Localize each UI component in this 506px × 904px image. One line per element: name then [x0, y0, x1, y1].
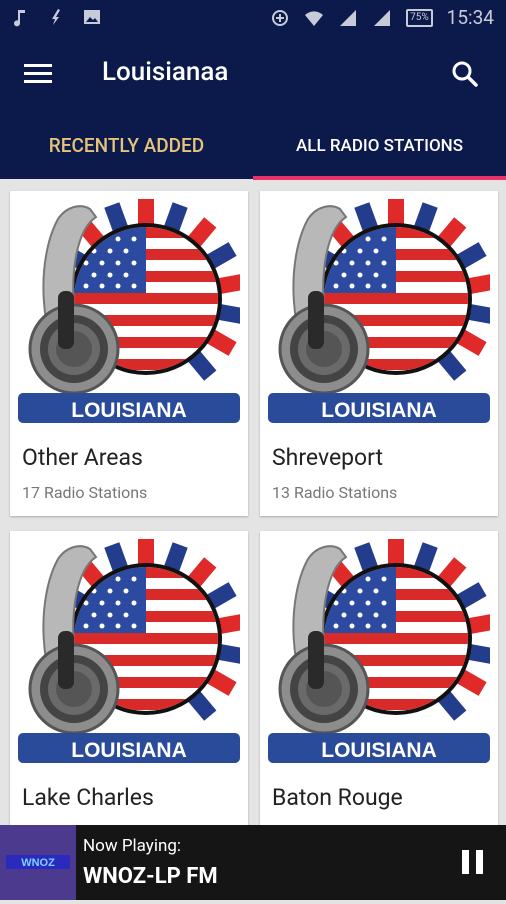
page-title: Louisianaa	[102, 57, 229, 87]
tab-all-radio-stations[interactable]: ALL RADIO STATIONS	[253, 113, 506, 179]
wifi-icon	[305, 10, 324, 26]
app-bar: Louisianaa	[0, 35, 506, 113]
card-title: Lake Charles	[22, 784, 154, 811]
image-icon	[84, 10, 100, 24]
tab-bar: RECENTLY ADDED ALL RADIO STATIONS	[0, 113, 506, 179]
louisiana-radio-logo: LOUISIANA	[18, 539, 240, 765]
louisiana-radio-logo: LOUISIANA	[268, 539, 490, 765]
louisiana-radio-logo: LOUISIANA	[268, 199, 490, 425]
card-baton-rouge[interactable]: LOUISIANA Baton Rouge	[260, 531, 498, 825]
data-saver-icon	[272, 9, 289, 26]
now-playing-label: Now Playing:	[83, 836, 182, 856]
card-title: Other Areas	[22, 444, 143, 471]
now-playing-station: WNOZ-LP FM	[83, 864, 218, 889]
station-grid: LOUISIANA Other Areas 17 Radio Stations …	[0, 180, 506, 825]
now-playing-bar[interactable]: WNOZ Now Playing: WNOZ-LP FM	[0, 825, 506, 900]
station-logo-text: WNOZ	[21, 857, 55, 869]
card-title: Shreveport	[272, 444, 384, 471]
card-shreveport[interactable]: LOUISIANA Shreveport 13 Radio Stations	[260, 191, 498, 516]
logo-banner-text: LOUISIANA	[71, 399, 187, 422]
logo-banner-text: LOUISIANA	[71, 739, 187, 762]
music-note-icon	[14, 10, 25, 27]
cleaner-icon	[52, 9, 60, 25]
signal-icon	[340, 9, 357, 26]
clock: 15:34	[446, 6, 494, 29]
signal-icon-2	[374, 9, 391, 26]
card-subtitle: 13 Radio Stations	[272, 483, 398, 502]
search-icon[interactable]	[450, 59, 480, 89]
menu-icon[interactable]	[24, 61, 54, 87]
tab-recently-added[interactable]: RECENTLY ADDED	[0, 113, 253, 179]
station-logo-image: WNOZ	[0, 825, 76, 900]
card-subtitle: 17 Radio Stations	[22, 483, 148, 502]
card-title: Baton Rouge	[272, 784, 403, 811]
logo-banner-text: LOUISIANA	[321, 399, 437, 422]
card-lake-charles[interactable]: LOUISIANA Lake Charles	[10, 531, 248, 825]
pause-icon[interactable]	[462, 850, 484, 874]
station-thumbnail: WNOZ	[0, 825, 76, 900]
card-other-areas[interactable]: LOUISIANA Other Areas 17 Radio Stations	[10, 191, 248, 516]
battery-indicator: 75%	[406, 8, 433, 27]
status-bar: 75% 15:34	[0, 0, 506, 35]
louisiana-radio-logo: LOUISIANA	[18, 199, 240, 425]
logo-banner-text: LOUISIANA	[321, 739, 437, 762]
